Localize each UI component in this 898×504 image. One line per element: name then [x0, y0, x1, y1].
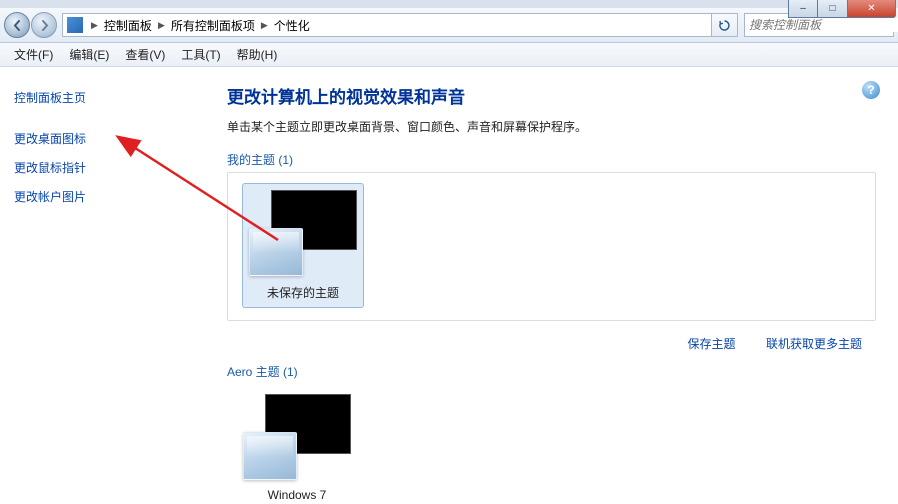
- chevron-right-icon: ▶: [259, 20, 270, 31]
- theme-actions: 保存主题 联机获取更多主题: [227, 327, 876, 363]
- sidebar-link-mouse-pointers[interactable]: 更改鼠标指针: [14, 159, 191, 176]
- maximize-button[interactable]: □: [818, 0, 848, 18]
- theme-label: 未保存的主题: [249, 284, 357, 301]
- navigation-bar: ▶ 控制面板 ▶ 所有控制面板项 ▶ 个性化: [0, 8, 898, 43]
- minimize-button[interactable]: –: [788, 0, 818, 18]
- forward-button[interactable]: [31, 12, 57, 38]
- breadcrumb-personalization[interactable]: 个性化: [270, 17, 314, 34]
- chevron-right-icon: ▶: [89, 20, 100, 31]
- menu-help[interactable]: 帮助(H): [229, 43, 286, 66]
- menu-edit[interactable]: 编辑(E): [61, 43, 117, 66]
- theme-unsaved[interactable]: 未保存的主题: [242, 183, 364, 308]
- page-title: 更改计算机上的视觉效果和声音: [227, 83, 876, 108]
- theme-windows7[interactable]: Windows 7: [239, 390, 355, 504]
- content-area: ? 更改计算机上的视觉效果和声音 单击某个主题立即更改桌面背景、窗口颜色、声音和…: [205, 67, 898, 504]
- theme-label: Windows 7: [243, 488, 351, 502]
- sidebar-link-account-picture[interactable]: 更改帐户图片: [14, 188, 191, 205]
- breadcrumb-all-items[interactable]: 所有控制面板项: [167, 17, 259, 34]
- theme-thumbnail: [249, 190, 357, 276]
- sidebar-link-desktop-icons[interactable]: 更改桌面图标: [14, 130, 191, 147]
- menu-file[interactable]: 文件(F): [6, 43, 61, 66]
- back-button[interactable]: [4, 12, 30, 38]
- menu-tools[interactable]: 工具(T): [173, 43, 228, 66]
- page-subtitle: 单击某个主题立即更改桌面背景、窗口颜色、声音和屏幕保护程序。: [227, 118, 876, 135]
- refresh-button[interactable]: [712, 13, 738, 37]
- get-more-themes-link[interactable]: 联机获取更多主题: [766, 337, 862, 351]
- help-icon[interactable]: ?: [862, 81, 880, 99]
- sidebar: 控制面板主页 更改桌面图标 更改鼠标指针 更改帐户图片: [0, 67, 205, 504]
- menu-bar: 文件(F) 编辑(E) 查看(V) 工具(T) 帮助(H): [0, 43, 898, 67]
- breadcrumb-control-panel[interactable]: 控制面板: [100, 17, 156, 34]
- breadcrumb[interactable]: ▶ 控制面板 ▶ 所有控制面板项 ▶ 个性化: [62, 13, 712, 37]
- menu-view[interactable]: 查看(V): [117, 43, 173, 66]
- sidebar-home-link[interactable]: 控制面板主页: [14, 89, 191, 106]
- theme-thumbnail: [243, 394, 351, 480]
- my-themes-title: 我的主题 (1): [227, 151, 876, 168]
- search-input[interactable]: [749, 18, 898, 32]
- save-theme-link[interactable]: 保存主题: [688, 337, 736, 351]
- control-panel-icon: [67, 17, 83, 33]
- chevron-right-icon: ▶: [156, 20, 167, 31]
- close-button[interactable]: ✕: [848, 0, 896, 18]
- my-themes-panel: 未保存的主题: [227, 172, 876, 321]
- aero-themes-title: Aero 主题 (1): [227, 363, 876, 380]
